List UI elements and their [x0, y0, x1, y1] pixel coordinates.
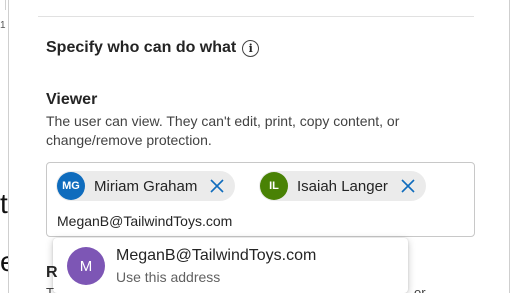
next-role-description-tail: or	[414, 285, 426, 293]
role-description: The user can view. They can't edit, prin…	[46, 113, 400, 148]
email-input[interactable]	[57, 213, 457, 229]
avatar: MG	[57, 172, 85, 200]
role-title: Viewer	[46, 91, 98, 108]
suggestion-hint: Use this address	[116, 269, 221, 285]
next-role-title: R	[46, 264, 58, 281]
suggestion-email: MeganB@TailwindToys.com	[116, 247, 317, 264]
background-text-fragment: t	[0, 188, 8, 219]
people-picker[interactable]: MG Miriam Graham IL Isaiah Langer	[46, 162, 475, 237]
person-chip-isaiah-langer[interactable]: IL Isaiah Langer	[259, 171, 426, 201]
person-name: Miriam Graham	[94, 177, 198, 195]
avatar: M	[67, 247, 105, 285]
person-name: Isaiah Langer	[297, 177, 388, 195]
close-icon[interactable]	[207, 176, 227, 196]
person-chip-miriam-graham[interactable]: MG Miriam Graham	[56, 171, 236, 201]
section-divider	[38, 16, 474, 17]
next-role-description: T	[46, 285, 54, 293]
background-divider	[0, 0, 6, 10]
dialog-right-margin	[510, 0, 520, 293]
close-icon[interactable]	[398, 176, 418, 196]
avatar: IL	[260, 172, 288, 200]
info-icon[interactable]: i	[242, 39, 260, 57]
background-marker: 1	[0, 20, 6, 31]
address-suggestion[interactable]: M MeganB@TailwindToys.com Use this addre…	[53, 238, 408, 293]
section-title: Specify who can do what i	[46, 39, 260, 57]
section-title-text: Specify who can do what	[46, 39, 237, 56]
